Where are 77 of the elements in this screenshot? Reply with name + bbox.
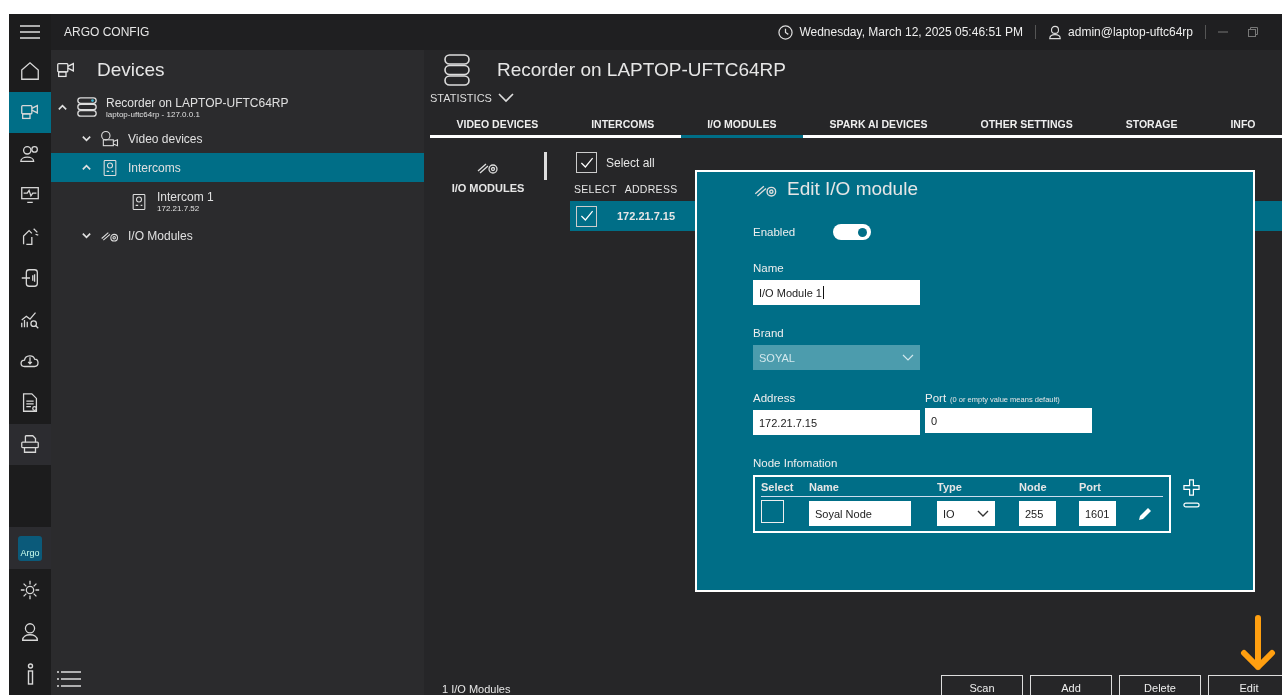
menu-icon[interactable] bbox=[20, 24, 40, 40]
field-label: Node Infomation bbox=[753, 457, 838, 469]
check-icon bbox=[578, 208, 595, 224]
tree-item[interactable]: Video devices bbox=[51, 124, 424, 153]
port-field[interactable]: 1601 bbox=[1079, 501, 1116, 526]
tree-item[interactable]: Intercoms bbox=[51, 153, 424, 182]
checkbox[interactable] bbox=[576, 205, 597, 227]
action-button[interactable]: Scan bbox=[941, 675, 1023, 695]
name-field[interactable]: I/O Module 1 bbox=[753, 280, 920, 305]
tab[interactable]: VIDEO DEVICES bbox=[430, 112, 565, 138]
action-button[interactable]: Edit bbox=[1208, 675, 1282, 695]
address-cell: 172.21.7.15 bbox=[617, 210, 676, 222]
node-name-field[interactable]: Soyal Node bbox=[809, 501, 911, 526]
rail-item[interactable] bbox=[9, 423, 51, 465]
server-icon bbox=[76, 96, 98, 118]
tab[interactable]: OTHER SETTINGS bbox=[954, 112, 1100, 138]
chevron-icon[interactable] bbox=[81, 133, 92, 144]
dialog-title: Edit I/O module bbox=[787, 178, 918, 200]
tab[interactable]: INFO bbox=[1203, 112, 1282, 138]
field-label: Name bbox=[753, 262, 784, 274]
add-icon[interactable] bbox=[1183, 479, 1200, 496]
tab[interactable]: INTERCOMS bbox=[564, 112, 681, 138]
caret-icon bbox=[977, 509, 989, 518]
list-icon[interactable] bbox=[57, 671, 81, 687]
column-header: Name bbox=[809, 481, 840, 493]
address-field[interactable]: 172.21.7.15 bbox=[753, 410, 920, 435]
chevron-icon[interactable] bbox=[81, 230, 92, 241]
column-header: Type bbox=[937, 481, 963, 493]
action-button[interactable]: Delete bbox=[1119, 675, 1201, 695]
statistics-dropdown[interactable]: STATISTICS bbox=[430, 88, 514, 104]
remove-icon[interactable] bbox=[1183, 502, 1200, 508]
subnav-label[interactable]: I/O MODULES bbox=[451, 182, 525, 194]
argo-logo[interactable]: Argo bbox=[18, 535, 42, 561]
port-field[interactable]: 0 bbox=[925, 408, 1092, 433]
tab[interactable]: SPARK AI DEVICES bbox=[803, 112, 955, 138]
camera-icon bbox=[100, 129, 120, 148]
checkbox[interactable] bbox=[576, 152, 597, 173]
tree-item-label[interactable]: Recorder on LAPTOP-UFTC64RP bbox=[106, 95, 289, 110]
restore-icon[interactable] bbox=[1248, 27, 1258, 37]
field-label: Address bbox=[753, 392, 797, 404]
tab[interactable]: STORAGE bbox=[1099, 112, 1204, 138]
field-label: Port bbox=[925, 392, 947, 404]
tree-item-address: laptop-uftc64rp - 127.0.0.1 bbox=[106, 109, 201, 119]
caret-icon bbox=[902, 353, 914, 362]
caret-icon bbox=[497, 93, 514, 103]
column-header: Node bbox=[1019, 481, 1048, 493]
server-icon bbox=[444, 54, 470, 86]
tab[interactable]: I/O MODULES bbox=[680, 112, 804, 138]
panel-heading: Devices bbox=[97, 59, 165, 81]
home-icon bbox=[19, 59, 41, 82]
action-button[interactable]: Add bbox=[1030, 675, 1112, 695]
chevron-icon[interactable] bbox=[57, 101, 68, 113]
user-icon bbox=[19, 621, 41, 643]
field-label: Brand bbox=[753, 327, 784, 339]
tree-item[interactable]: I/O Modules bbox=[51, 221, 424, 250]
module-count: 1 I/O Modules bbox=[442, 683, 511, 695]
column-header: ADDRESS bbox=[624, 183, 678, 195]
edit-icon[interactable] bbox=[1137, 505, 1153, 522]
page-title: Recorder on LAPTOP-UFTC64RP bbox=[497, 59, 786, 81]
field-label: Enabled bbox=[753, 226, 796, 238]
column-header: SELECT bbox=[574, 183, 617, 195]
column-header: Port bbox=[1079, 481, 1102, 493]
arrow-annotation bbox=[1240, 615, 1276, 673]
rail-item[interactable] bbox=[9, 91, 51, 133]
select-all-label[interactable]: Select all bbox=[606, 155, 655, 170]
date-time: Wednesday, March 12, 2025 05:46:51 PM bbox=[799, 25, 1024, 39]
tree-item[interactable]: Intercom 1 172.21.7.52 bbox=[51, 182, 424, 221]
user-icon bbox=[1048, 24, 1063, 40]
info-icon bbox=[26, 663, 34, 685]
user-name[interactable]: admin@laptop-uftc64rp bbox=[1068, 25, 1193, 39]
app-title: ARGO CONFIG bbox=[51, 14, 424, 50]
type-dropdown[interactable]: IO bbox=[937, 501, 995, 526]
column-header: Select bbox=[761, 481, 795, 493]
enabled-toggle[interactable] bbox=[833, 224, 872, 240]
node-field[interactable]: 255 bbox=[1019, 501, 1056, 526]
clock-icon bbox=[778, 24, 794, 40]
gear-icon bbox=[19, 579, 41, 601]
